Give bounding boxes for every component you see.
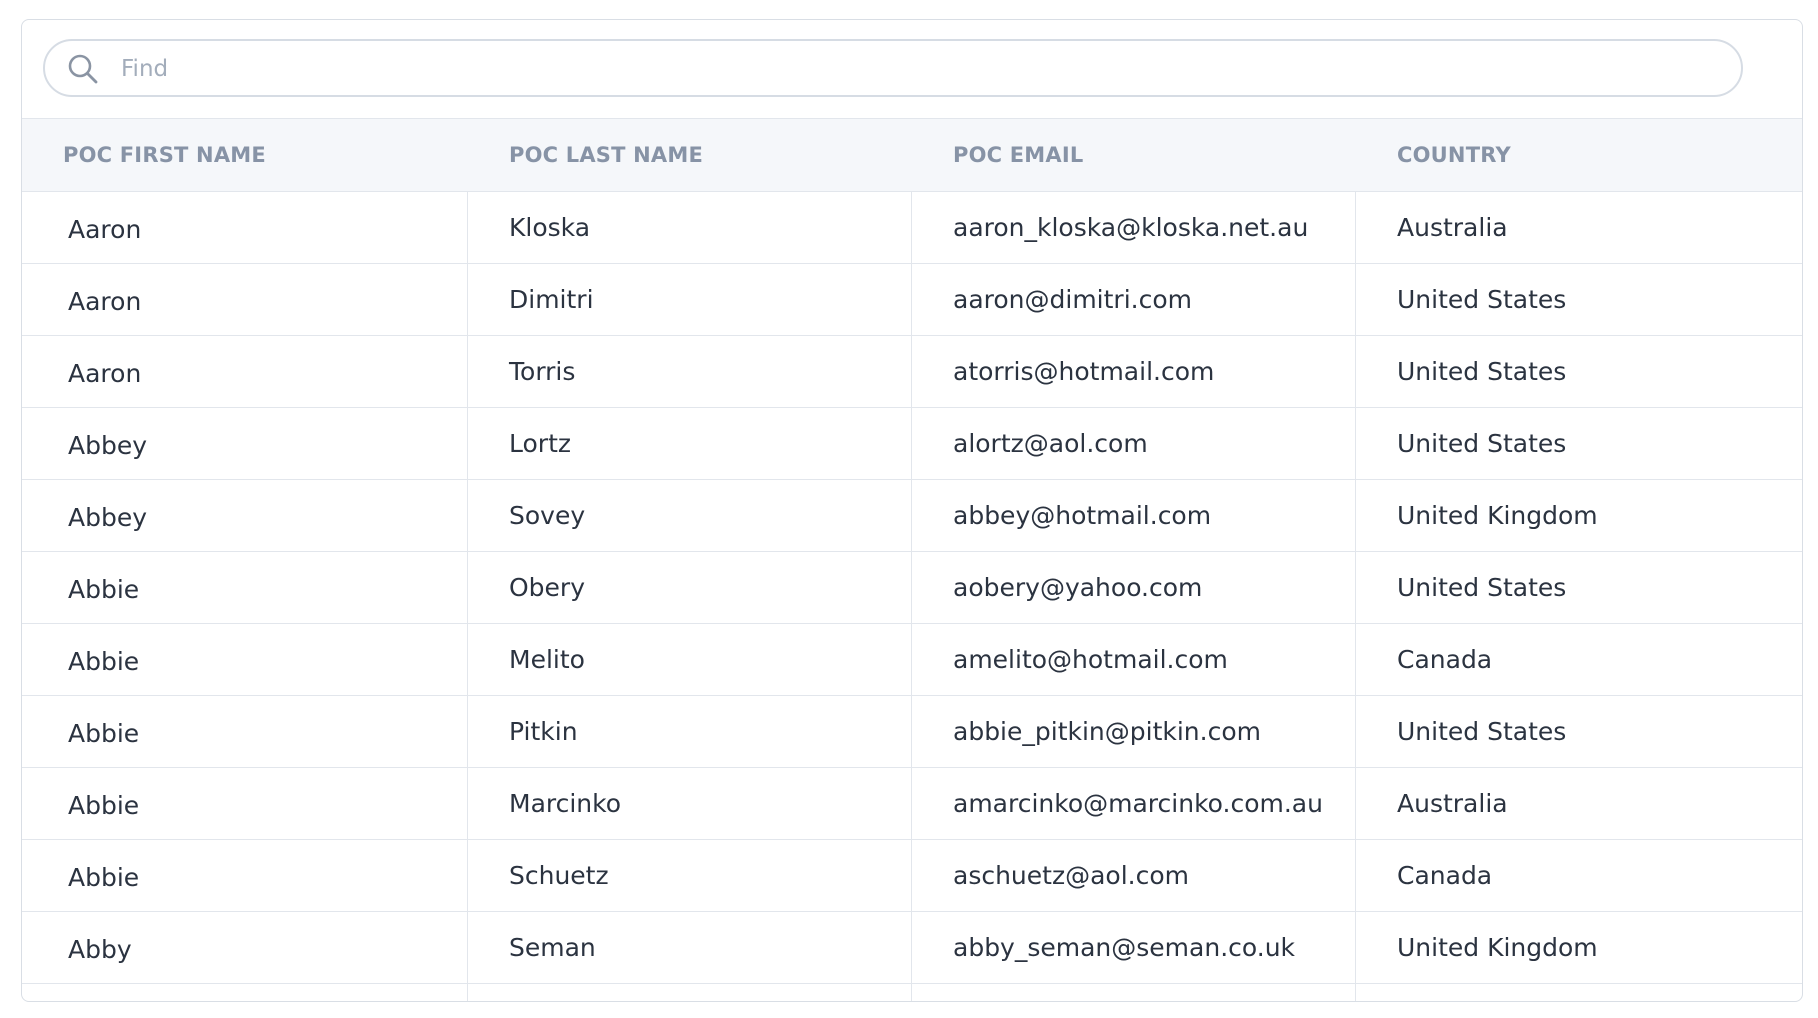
cell-email: amarcinko@marcinko.com.au [953,789,1323,818]
cell-first-name: Abbey [68,431,148,460]
cell-last-name: Obery [509,573,586,602]
cell-email: aaron_kloska@kloska.net.au [953,213,1309,242]
table-row[interactable]: Abbie Pitkin abbie_pitkin@pitkin.com United… [22,696,1802,768]
table-header: POC FIRST NAME POC LAST NAME POC EMAIL C… [22,118,1802,192]
cell-email: aaron@dimitri.com [953,285,1192,314]
cell-email: amelito@hotmail.com [953,645,1228,674]
table-row[interactable]: Abbie Obery aobery@yahoo.com United States [22,552,1802,624]
cell-country: United States [1397,285,1567,314]
cell-last-name: Marcinko [509,789,622,818]
data-table: POC FIRST NAME POC LAST NAME POC EMAIL C… [22,118,1802,984]
cell-last-name: Pitkin [509,717,578,746]
cell-first-name: Abbey [68,503,148,532]
cell-last-name: Sovey [509,501,586,530]
table-row[interactable]: Aaron Torris atorris@hotmail.com United Sta… [22,336,1802,408]
cell-last-name: Lortz [509,429,571,458]
cell-country: United States [1397,357,1567,386]
cell-last-name: Torris [509,357,576,386]
cell-email: atorris@hotmail.com [953,357,1215,386]
cell-last-name: Melito [509,645,585,674]
cell-last-name: Seman [509,933,596,962]
search-icon [68,54,98,84]
cell-country: Canada [1397,861,1493,890]
cell-country: United Kingdom [1397,933,1598,962]
cell-country: Canada [1397,645,1493,674]
cell-first-name: Abby [68,935,132,964]
cell-country: United States [1397,429,1567,458]
column-header-country[interactable]: COUNTRY [1397,119,1511,191]
cell-email: aobery@yahoo.com [953,573,1203,602]
cell-last-name: Kloska [509,213,591,242]
table-row[interactable]: Abbie Marcinko amarcinko@marcinko.com.au Au… [22,768,1802,840]
table-row[interactable]: Abbey Sovey abbey@hotmail.com United Kingdo… [22,480,1802,552]
cell-email: abbie_pitkin@pitkin.com [953,717,1261,746]
search-placeholder: Find [121,56,169,82]
cell-last-name: Schuetz [509,861,609,890]
table-row[interactable]: Abbey Lortz alortz@aol.com United States [22,408,1802,480]
cell-country: United States [1397,573,1567,602]
cell-first-name: Aaron [68,215,142,244]
table-row[interactable]: Aaron Kloska aaron_kloska@kloska.net.au Aus… [22,192,1802,264]
table-row[interactable]: Abby Seman abby_seman@seman.co.uk United Ki… [22,912,1802,984]
cell-country: Australia [1397,789,1508,818]
cell-email: abby_seman@seman.co.uk [953,933,1296,962]
cell-first-name: Abbie [68,719,140,748]
cell-first-name: Abbie [68,575,140,604]
cell-first-name: Abbie [68,791,140,820]
cell-country: Australia [1397,213,1508,242]
column-header-poc-last-name[interactable]: POC LAST NAME [509,119,703,191]
cell-country: United Kingdom [1397,501,1598,530]
column-header-poc-email[interactable]: POC EMAIL [953,119,1083,191]
table-row[interactable]: Abbie Schuetz aschuetz@aol.com Canada [22,840,1802,912]
column-header-poc-first-name[interactable]: POC FIRST NAME [63,119,266,191]
cell-first-name: Aaron [68,359,142,388]
cell-first-name: Abbie [68,863,140,892]
cell-first-name: Abbie [68,647,140,676]
cell-email: aschuetz@aol.com [953,861,1189,890]
table-row[interactable]: Aaron Dimitri aaron@dimitri.com United Stat… [22,264,1802,336]
table-panel: Find POC FIRST NAME POC LAST NAME POC EM… [21,19,1803,1002]
cell-last-name: Dimitri [509,285,594,314]
table-row[interactable]: Abbie Melito amelito@hotmail.com Canada [22,624,1802,696]
cell-country: United States [1397,717,1567,746]
cell-first-name: Aaron [68,287,142,316]
cell-email: abbey@hotmail.com [953,501,1212,530]
cell-email: alortz@aol.com [953,429,1148,458]
search-input[interactable]: Find [43,39,1743,97]
table-body: Aaron Kloska aaron_kloska@kloska.net.au Aus… [22,192,1802,984]
